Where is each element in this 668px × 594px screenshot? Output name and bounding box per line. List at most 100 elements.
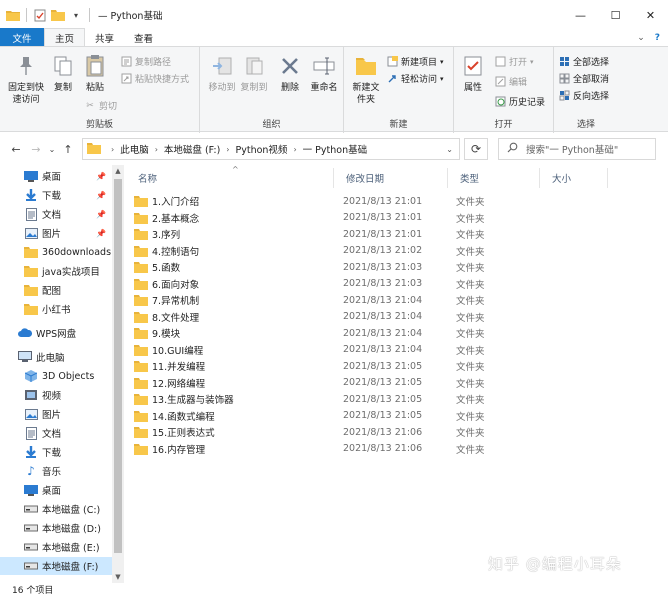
copy-path-button[interactable]: 复制路径 [120, 55, 171, 68]
table-row[interactable]: 14.函数式编程 2021/8/13 21:05 文件夹 [134, 408, 554, 424]
search-box[interactable]: 搜索"一 Python基础" [498, 138, 656, 160]
breadcrumb-chevron-icon[interactable]: › [111, 145, 114, 154]
breadcrumb-chevron-icon[interactable]: › [155, 145, 158, 154]
breadcrumb-chevron-icon[interactable]: › [226, 145, 229, 154]
nav-item-pictures[interactable]: 图片 📌 [0, 224, 112, 242]
breadcrumb-chevron-icon[interactable]: › [293, 145, 296, 154]
move-to-button[interactable]: 移动到 [206, 53, 238, 94]
table-row[interactable]: 1.入门介绍 2021/8/13 21:01 文件夹 [134, 193, 554, 209]
new-folder-qat-icon[interactable] [51, 8, 65, 22]
delete-x-icon [277, 53, 303, 79]
edit-button[interactable]: 编辑 [494, 75, 527, 88]
new-item-button[interactable]: 新建项目 ▾ [386, 55, 444, 68]
nav-item-music[interactable]: ♪ 音乐 [0, 462, 112, 480]
nav-item-illustrations[interactable]: 配图 [0, 281, 112, 299]
help-icon[interactable]: ? [655, 33, 660, 43]
column-header-type[interactable]: 类型 [448, 168, 540, 188]
paste-button[interactable]: 粘贴 [82, 53, 108, 94]
properties-button[interactable]: 属性 [460, 53, 486, 94]
history-button[interactable]: 历史记录 [494, 95, 545, 108]
cut-button[interactable]: ✂ 剪切 [84, 99, 117, 113]
table-row[interactable]: 11.并发编程 2021/8/13 21:05 文件夹 [134, 358, 554, 374]
table-row[interactable]: 5.函数 2021/8/13 21:03 文件夹 [134, 259, 554, 275]
properties-check-icon[interactable] [33, 8, 47, 22]
column-header-name[interactable]: ^ 名称 [126, 165, 334, 188]
tab-file[interactable]: 文件 [0, 28, 44, 47]
nav-item-drive-f[interactable]: 本地磁盘 (F:) [0, 557, 112, 575]
table-row[interactable]: 4.控制语句 2021/8/13 21:02 文件夹 [134, 243, 554, 259]
address-bar[interactable]: › 此电脑 › 本地磁盘 (F:) › Python视频 › 一 Python基… [82, 138, 460, 160]
nav-item-documents[interactable]: 文档 📌 [0, 205, 112, 223]
nav-item-drive-e[interactable]: 本地磁盘 (E:) [0, 538, 112, 556]
tab-home[interactable]: 主页 [44, 28, 86, 47]
file-date: 2021/8/13 21:03 [343, 278, 423, 289]
table-row[interactable]: 2.基本概念 2021/8/13 21:01 文件夹 [134, 210, 554, 226]
nav-item-desktop[interactable]: 桌面 📌 [0, 167, 112, 185]
easy-access-button[interactable]: 轻松访问 ▾ [386, 72, 444, 85]
close-button[interactable]: ✕ [633, 0, 668, 30]
table-row[interactable]: 10.GUI编程 2021/8/13 21:04 文件夹 [134, 342, 554, 358]
table-row[interactable]: 12.网络编程 2021/8/13 21:05 文件夹 [134, 375, 554, 391]
nav-item-java-projects[interactable]: java实战项目 [0, 262, 112, 280]
file-type: 文件夹 [456, 279, 485, 291]
nav-item-drive-d[interactable]: 本地磁盘 (D:) [0, 519, 112, 537]
rename-button[interactable]: 重命名 [308, 53, 340, 94]
minimize-button[interactable]: — [563, 0, 598, 30]
table-row[interactable]: 9.模块 2021/8/13 21:04 文件夹 [134, 325, 554, 341]
tab-view[interactable]: 查看 [124, 28, 163, 47]
properties-label: 属性 [463, 83, 482, 93]
ribbon-collapse-icon[interactable]: ⌄ [637, 33, 645, 43]
open-button[interactable]: 打开 ▾ [494, 55, 534, 68]
table-row[interactable]: 6.面向对象 2021/8/13 21:03 文件夹 [134, 276, 554, 292]
invert-selection-button[interactable]: 反向选择 [558, 89, 609, 102]
select-all-button[interactable]: 全部选择 [558, 55, 609, 68]
nav-item-videos[interactable]: 视频 [0, 386, 112, 404]
ribbon-tab-bar: 文件 主页 共享 查看 ⌄ ? [0, 28, 668, 47]
nav-item-drive-c[interactable]: 本地磁盘 (C:) [0, 500, 112, 518]
paste-shortcut-button[interactable]: 粘贴快捷方式 [120, 72, 189, 85]
nav-pane-scrollbar[interactable]: ▲ ▼ [112, 165, 124, 583]
nav-item-wps-cloud[interactable]: WPS网盘 [0, 324, 112, 342]
refresh-icon[interactable]: ⟳ [464, 138, 488, 160]
up-arrow-icon[interactable]: ↑ [58, 139, 78, 159]
nav-item-pictures-pc[interactable]: 图片 [0, 405, 112, 423]
scroll-up-icon[interactable]: ▲ [112, 165, 124, 177]
breadcrumb-python-video[interactable]: Python视频 [236, 142, 288, 156]
table-row[interactable]: 3.序列 2021/8/13 21:01 文件夹 [134, 226, 554, 242]
recent-dropdown-icon[interactable]: ⌄ [46, 139, 58, 159]
breadcrumb-python-basics[interactable]: 一 Python基础 [303, 142, 367, 156]
scroll-down-icon[interactable]: ▼ [112, 571, 124, 583]
table-row[interactable]: 13.生成器与装饰器 2021/8/13 21:05 文件夹 [134, 391, 554, 407]
file-type: 文件夹 [456, 444, 485, 456]
address-dropdown-icon[interactable]: ⌄ [446, 145, 453, 154]
nav-item-desktop-pc[interactable]: 桌面 [0, 481, 112, 499]
column-header-size[interactable]: 大小 [540, 168, 608, 188]
copy-to-button[interactable]: 复制到 [238, 53, 270, 94]
pin-quick-access-button[interactable]: 固定到快速访问 [4, 53, 48, 106]
nav-item-3d-objects[interactable]: 3D Objects [0, 367, 112, 385]
tab-share[interactable]: 共享 [85, 28, 124, 47]
nav-item-this-pc[interactable]: 此电脑 [0, 348, 112, 366]
select-none-button[interactable]: 全部取消 [558, 72, 609, 85]
qat-dropdown-icon[interactable]: ▾ [69, 8, 83, 22]
scrollbar-thumb[interactable] [114, 179, 122, 553]
nav-item-downloads-pc[interactable]: 下载 [0, 443, 112, 461]
table-row[interactable]: 15.正则表达式 2021/8/13 21:06 文件夹 [134, 424, 554, 440]
table-row[interactable]: 7.异常机制 2021/8/13 21:04 文件夹 [134, 292, 554, 308]
nav-item-xiaohongshu[interactable]: 小红书 [0, 300, 112, 318]
table-row[interactable]: 16.内存管理 2021/8/13 21:06 文件夹 [134, 441, 554, 457]
forward-arrow-icon[interactable]: → [26, 139, 46, 159]
column-header-date[interactable]: 修改日期 [334, 168, 448, 188]
maximize-button[interactable]: ☐ [598, 0, 633, 30]
breadcrumb-drive-f[interactable]: 本地磁盘 (F:) [164, 142, 220, 156]
table-row[interactable]: 8.文件处理 2021/8/13 21:04 文件夹 [134, 309, 554, 325]
nav-item-documents-pc[interactable]: 文档 [0, 424, 112, 442]
nav-item-downloads[interactable]: 下载 📌 [0, 186, 112, 204]
back-arrow-icon[interactable]: ← [6, 139, 26, 159]
breadcrumb-this-pc[interactable]: 此电脑 [120, 142, 149, 156]
nav-item-360downloads[interactable]: 360downloads [0, 243, 112, 261]
copy-button[interactable]: 复制 [50, 53, 76, 94]
delete-button[interactable]: 删除 [278, 53, 302, 94]
new-folder-button[interactable]: 新建文件夹 [350, 53, 382, 106]
wps-cloud-icon [18, 326, 32, 340]
